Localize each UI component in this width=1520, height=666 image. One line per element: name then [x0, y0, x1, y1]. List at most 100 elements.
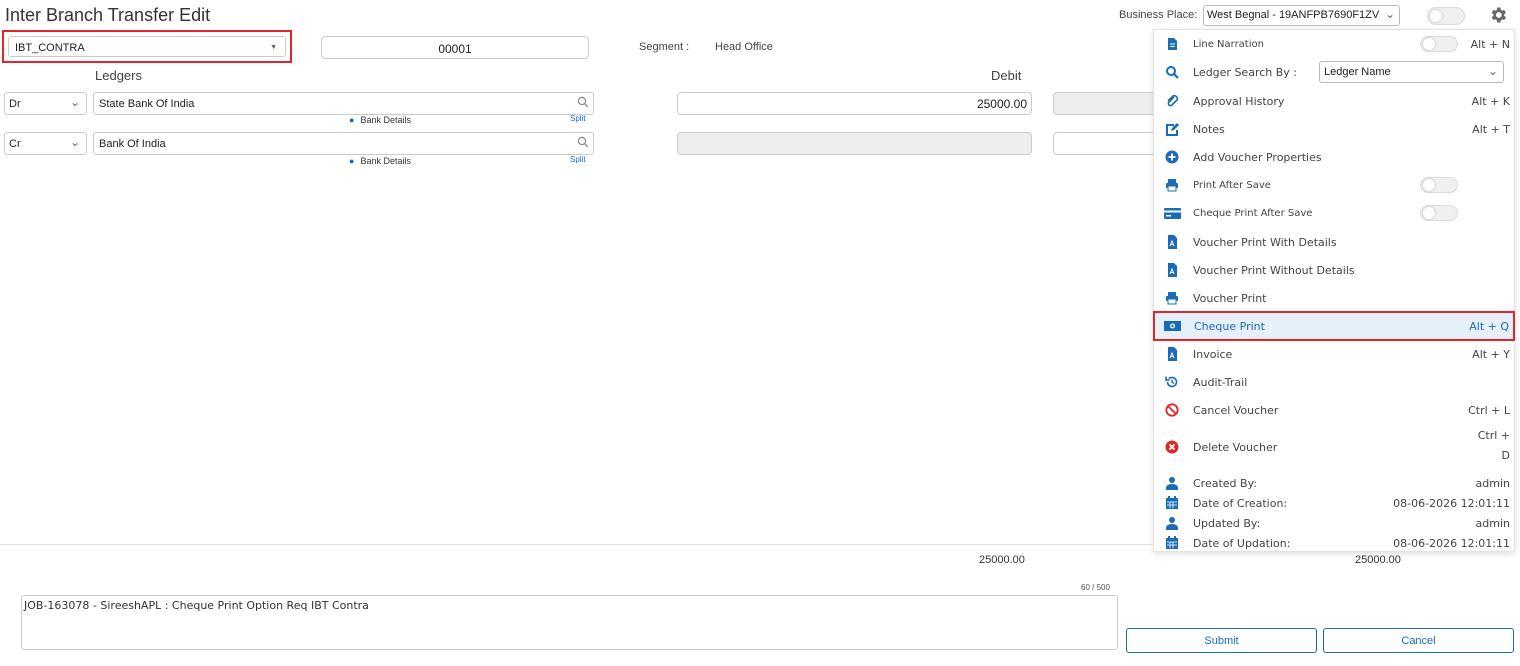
bank-details-link[interactable]: ● Bank Details: [349, 115, 411, 125]
menu-item-shortcut: Alt + Y: [1472, 348, 1510, 361]
menu-item-label: Voucher Print: [1193, 292, 1267, 305]
close-circle-icon: [1165, 440, 1179, 454]
divider: [0, 544, 1152, 545]
meta-updated-by: Updated By: admin: [1154, 513, 1514, 533]
business-place-select[interactable]: West Begnal - 19ANFPB7690F1ZV ⌄: [1203, 5, 1400, 26]
meta-value: 08-06-2026 12:01:11: [1393, 497, 1510, 510]
paperclip-icon: [1167, 94, 1179, 107]
cheque-print-after-save-toggle[interactable]: [1420, 205, 1458, 221]
total-credit: 25000.00: [1355, 554, 1401, 566]
calendar-icon: [1166, 536, 1178, 549]
caret-down-icon: ▼: [270, 44, 277, 51]
menu-item-voucher-print[interactable]: Voucher Print: [1154, 284, 1514, 312]
line-narration-toggle[interactable]: [1420, 36, 1458, 52]
menu-item-cheque-print[interactable]: Cheque Print Alt + Q: [1153, 311, 1515, 341]
bank-details-label: Bank Details: [360, 115, 411, 125]
menu-item-cancel-voucher[interactable]: Cancel Voucher Ctrl + L: [1154, 396, 1514, 424]
meta-date-of-updation: Date of Updation: 08-06-2026 12:01:11: [1154, 533, 1514, 553]
meta-label: Date of Creation:: [1193, 497, 1288, 510]
ledger-search-select[interactable]: Ledger Name ⌄: [1319, 61, 1504, 83]
edit-icon: [1166, 123, 1179, 136]
drcr-value: Dr: [9, 98, 21, 110]
ledger-input[interactable]: Bank Of India: [93, 132, 594, 155]
drcr-select[interactable]: Cr ⌄: [4, 132, 87, 155]
menu-item-label: Cheque Print After Save: [1193, 208, 1313, 219]
calendar-icon: [1166, 496, 1178, 509]
menu-item-notes[interactable]: Notes Alt + T: [1154, 115, 1514, 143]
bank-details-link[interactable]: ● Bank Details: [349, 156, 411, 166]
menu-item-line-narration[interactable]: Line Narration Alt + N: [1154, 30, 1514, 58]
chevron-down-icon: ⌄: [1384, 7, 1395, 21]
menu-item-delete-voucher[interactable]: Delete Voucher Ctrl + D: [1154, 425, 1514, 469]
meta-value: 08-06-2026 12:01:11: [1393, 537, 1510, 550]
history-icon: [1165, 376, 1178, 388]
pdf-icon: [1168, 235, 1177, 249]
credit-card-icon: [1164, 208, 1181, 219]
menu-item-shortcut: Alt + T: [1472, 123, 1510, 136]
debit-amount-input: [677, 132, 1032, 155]
menu-item-shortcut: Ctrl +: [1477, 429, 1510, 442]
business-place-label: Business Place:: [1119, 9, 1198, 21]
segment-label: Segment :: [639, 41, 690, 53]
menu-item-audit-trail[interactable]: Audit-Trail: [1154, 368, 1514, 396]
eye-icon: ●: [349, 115, 355, 125]
split-link[interactable]: Split: [570, 155, 586, 164]
printer-icon: [1166, 179, 1178, 192]
menu-item-shortcut: Alt + Q: [1469, 320, 1509, 333]
money-icon: [1164, 321, 1181, 331]
cancel-button[interactable]: Cancel: [1323, 628, 1514, 653]
ban-icon: [1165, 403, 1179, 417]
menu-item-print-after-save[interactable]: Print After Save: [1154, 171, 1514, 199]
business-place-value: West Begnal - 19ANFPB7690F1ZV: [1207, 9, 1380, 21]
bank-details-label: Bank Details: [360, 156, 411, 166]
gear-icon[interactable]: [1488, 5, 1508, 25]
menu-item-label: Approval History: [1193, 95, 1285, 108]
menu-item-shortcut: Ctrl + L: [1468, 404, 1510, 417]
meta-created-by: Created By: admin: [1154, 473, 1514, 493]
menu-item-shortcut: Alt + N: [1470, 38, 1510, 51]
menu-item-label: Voucher Print Without Details: [1193, 264, 1355, 277]
credit-amount-input[interactable]: [1053, 132, 1153, 155]
voucher-number-input[interactable]: 00001: [321, 36, 589, 59]
header-toggle[interactable]: [1427, 7, 1465, 25]
menu-item-label: Notes: [1193, 123, 1225, 136]
pdf-icon: [1168, 347, 1177, 361]
search-icon[interactable]: [577, 136, 589, 148]
user-icon: [1166, 517, 1178, 530]
ledgers-column-header: Ledgers: [95, 68, 142, 83]
meta-label: Created By:: [1193, 477, 1257, 490]
split-link[interactable]: Split: [570, 114, 586, 123]
debit-amount-input[interactable]: 25000.00: [677, 92, 1032, 115]
voucher-type-select[interactable]: IBT_CONTRA ▼: [8, 36, 286, 57]
ledger-value: State Bank Of India: [99, 98, 195, 110]
menu-item-label: Line Narration: [1193, 39, 1264, 50]
narration-char-count: 60 / 500: [1081, 583, 1110, 592]
credit-amount-input: [1053, 92, 1153, 115]
settings-menu: Line Narration Alt + N Ledger Search By …: [1153, 29, 1515, 552]
menu-item-ledger-search: Ledger Search By : Ledger Name ⌄: [1154, 58, 1514, 86]
chevron-down-icon: ⌄: [1487, 64, 1498, 78]
print-after-save-toggle[interactable]: [1420, 177, 1458, 193]
pdf-icon: [1168, 263, 1177, 277]
meta-label: Date of Updation:: [1193, 537, 1291, 550]
ledger-search-value: Ledger Name: [1324, 66, 1391, 78]
menu-item-cheque-print-after-save[interactable]: Cheque Print After Save: [1154, 199, 1514, 227]
search-icon: [1166, 66, 1179, 79]
voucher-type-highlight: IBT_CONTRA ▼: [2, 30, 292, 63]
search-icon[interactable]: [577, 96, 589, 108]
menu-item-label: Add Voucher Properties: [1193, 151, 1322, 164]
menu-item-invoice[interactable]: Invoice Alt + Y: [1154, 340, 1514, 368]
menu-item-label: Cancel Voucher: [1193, 404, 1279, 417]
meta-date-of-creation: Date of Creation: 08-06-2026 12:01:11: [1154, 493, 1514, 513]
narration-textarea[interactable]: JOB-163078 - SireeshAPL : Cheque Print O…: [21, 595, 1118, 650]
ledger-input[interactable]: State Bank Of India: [93, 92, 594, 115]
drcr-select[interactable]: Dr ⌄: [4, 92, 87, 115]
submit-button[interactable]: Submit: [1126, 628, 1317, 653]
menu-item-voucher-print-with-details[interactable]: Voucher Print With Details: [1154, 228, 1514, 256]
menu-item-add-voucher-properties[interactable]: Add Voucher Properties: [1154, 143, 1514, 171]
menu-item-voucher-print-without-details[interactable]: Voucher Print Without Details: [1154, 256, 1514, 284]
debit-column-header: Debit: [991, 68, 1022, 83]
document-icon: [1168, 38, 1177, 50]
menu-item-label: Voucher Print With Details: [1193, 236, 1337, 249]
menu-item-approval-history[interactable]: Approval History Alt + K: [1154, 87, 1514, 115]
